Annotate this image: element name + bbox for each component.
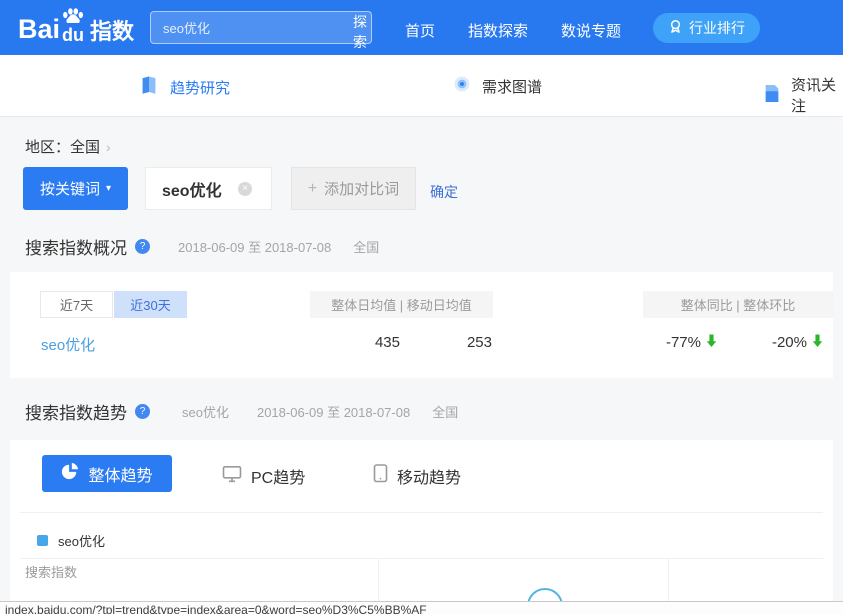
- overall-trend-label: 整体趋势: [88, 462, 152, 486]
- demand-map-icon: [452, 74, 472, 98]
- pc-trend-label: PC趋势: [251, 464, 305, 488]
- baidu-index-page: Bai du 指数 探索 首页 指数探索: [0, 0, 843, 614]
- monitor-icon: [222, 465, 242, 488]
- industry-ranking-label: 行业排行: [689, 18, 745, 38]
- sub-navigation: 趋势研究 需求图谱 资讯关注: [0, 55, 843, 117]
- add-compare-word-button[interactable]: + 添加对比词: [291, 167, 416, 210]
- confirm-button[interactable]: 确定: [430, 182, 458, 202]
- tab-overall-trend[interactable]: 整体趋势: [42, 455, 172, 492]
- browser-status-bar: index.baidu.com/?tpl=trend&type=index&ar…: [0, 601, 843, 614]
- search-button[interactable]: 探索: [341, 12, 379, 43]
- overview-date-range: 2018-06-09 至 2018-07-08: [178, 237, 331, 256]
- tab-last-30-days[interactable]: 近30天: [114, 291, 187, 318]
- chevron-down-icon: ▾: [106, 184, 111, 194]
- trend-card: 整体趋势 PC趋势 移动趋势 seo优化: [10, 440, 833, 601]
- row-keyword-link[interactable]: seo优化: [41, 334, 95, 355]
- plus-icon: +: [308, 181, 317, 197]
- add-compare-word-label: 添加对比词: [324, 178, 399, 199]
- help-icon[interactable]: ?: [135, 239, 150, 254]
- chevron-right-icon: ›: [106, 139, 111, 155]
- region-label: 地区：全国: [25, 136, 100, 157]
- overview-title: 搜索指数概况: [25, 234, 127, 259]
- trend-keyword: seo优化: [182, 402, 229, 421]
- legend-swatch: [37, 535, 48, 546]
- trend-research-label: 趋势研究: [170, 77, 230, 98]
- chart-gridline: [668, 558, 669, 601]
- header-search-box: 探索: [150, 11, 372, 44]
- legend-label: seo优化: [58, 531, 105, 550]
- y-axis-label: 搜索指数: [25, 562, 77, 581]
- keyword-input[interactable]: [146, 179, 238, 199]
- tab-pc-trend[interactable]: PC趋势: [222, 464, 305, 488]
- tab-demand-map[interactable]: 需求图谱: [452, 74, 542, 98]
- mobile-daily-avg-value: 253: [432, 334, 492, 351]
- industry-ranking-button[interactable]: 行业排行: [653, 13, 760, 43]
- trend-research-icon: [138, 74, 160, 100]
- keyword-mode-dropdown[interactable]: 按关键词 ▾: [23, 167, 128, 210]
- chart-gridline: [20, 558, 823, 559]
- keyword-mode-label: 按关键词: [40, 178, 100, 199]
- logo-du-wrap: du: [61, 8, 85, 43]
- tab-mobile-trend[interactable]: 移动趋势: [373, 464, 461, 488]
- medal-icon: [668, 19, 683, 37]
- down-arrow-icon: [811, 334, 824, 351]
- overall-mom-cell: -20%: [732, 334, 824, 351]
- overview-card: 近7天 近30天 整体日均值 | 移动日均值 整体同比 | 整体环比 seo优化…: [10, 272, 833, 378]
- down-arrow-icon: [705, 334, 718, 351]
- overall-daily-avg-value: 435: [340, 334, 400, 351]
- nav-index-explore[interactable]: 指数探索: [468, 20, 528, 41]
- logo-text-du: du: [62, 28, 84, 43]
- mobile-device-icon: [373, 464, 388, 488]
- trend-title: 搜索指数趋势: [25, 399, 127, 424]
- tab-news-attention[interactable]: 资讯关注: [763, 74, 843, 116]
- trend-region: 全国: [432, 402, 458, 421]
- overall-mom-value: -20%: [772, 334, 807, 351]
- mobile-trend-label: 移动趋势: [397, 464, 461, 488]
- divider: [20, 512, 823, 513]
- tab-last-7-days[interactable]: 近7天: [40, 291, 113, 318]
- logo-text-bai: Bai: [18, 16, 60, 43]
- overall-yoy-cell: -77%: [620, 334, 718, 351]
- clear-keyword-icon[interactable]: ×: [238, 182, 252, 196]
- overview-section-head: 搜索指数概况 ? 2018-06-09 至 2018-07-08 全国: [25, 234, 379, 259]
- tab-trend-research[interactable]: 趋势研究: [138, 74, 230, 100]
- column-header-compare: 整体同比 | 整体环比: [643, 291, 833, 318]
- region-selector[interactable]: 地区：全国 ›: [25, 136, 111, 157]
- top-header: Bai du 指数 探索 首页 指数探索: [0, 0, 843, 55]
- nav-data-topics[interactable]: 数说专题: [561, 20, 621, 41]
- baidu-index-logo[interactable]: Bai du 指数: [18, 8, 134, 43]
- status-url-text: index.baidu.com/?tpl=trend&type=index&ar…: [5, 603, 427, 614]
- help-icon[interactable]: ?: [135, 404, 150, 419]
- overview-region: 全国: [353, 237, 379, 256]
- news-attention-label: 资讯关注: [791, 74, 843, 116]
- pie-chart-icon: [61, 462, 79, 485]
- column-header-daily-avg: 整体日均值 | 移动日均值: [310, 291, 493, 318]
- nav-home[interactable]: 首页: [405, 20, 435, 41]
- chart-gridline: [378, 558, 379, 601]
- trend-section-head: 搜索指数趋势 ? seo优化 2018-06-09 至 2018-07-08 全…: [25, 399, 458, 424]
- trend-date-range: 2018-06-09 至 2018-07-08: [257, 402, 410, 421]
- logo-text-product: 指数: [90, 20, 134, 43]
- overall-yoy-value: -77%: [666, 334, 701, 351]
- legend-item-seo[interactable]: seo优化: [37, 531, 105, 550]
- keyword-field-wrap: ×: [145, 167, 272, 210]
- news-attention-icon: [763, 83, 781, 108]
- search-input[interactable]: [151, 12, 341, 43]
- demand-map-label: 需求图谱: [482, 76, 542, 97]
